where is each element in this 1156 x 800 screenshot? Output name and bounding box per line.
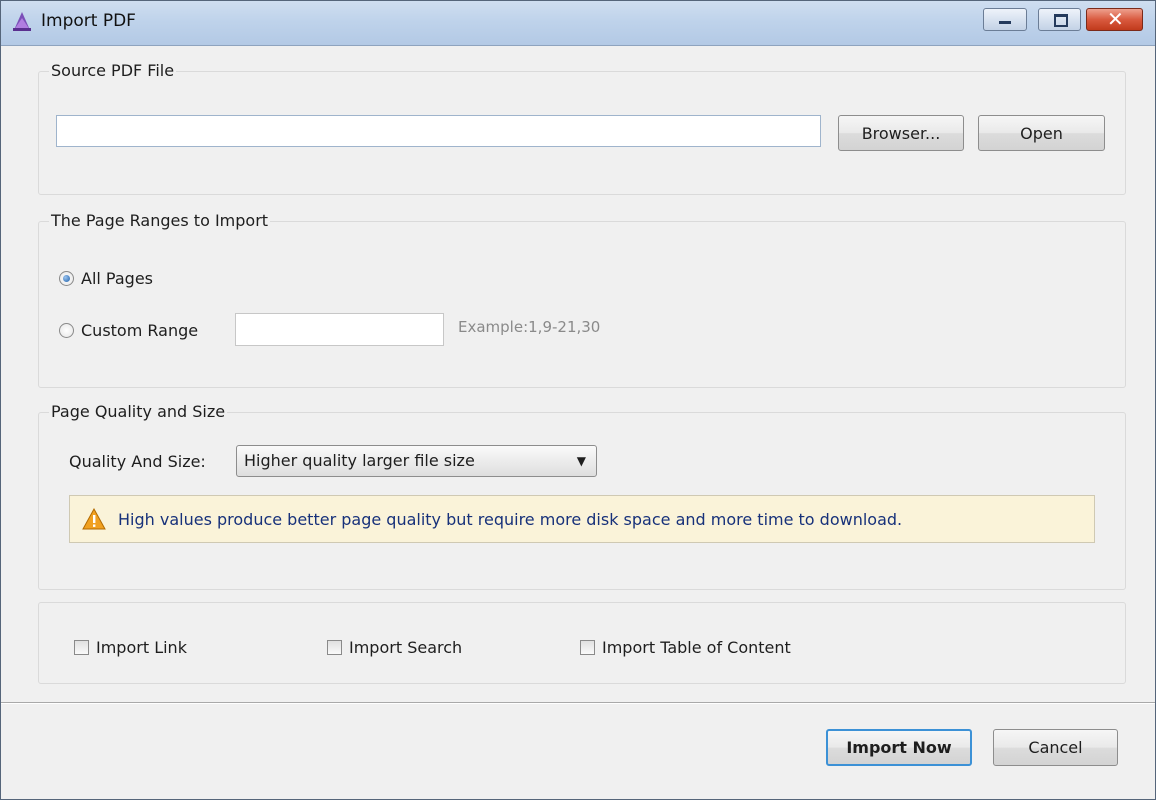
page-quality-legend: Page Quality and Size <box>49 402 228 421</box>
close-icon: ✕ <box>1107 7 1124 31</box>
warning-text: High values produce better page quality … <box>118 509 903 529</box>
title-bar[interactable]: Import PDF ✕ <box>1 1 1155 46</box>
import-search-checkbox[interactable] <box>327 640 342 655</box>
quality-size-label: Quality And Size: <box>69 452 206 471</box>
import-toc-option[interactable]: Import Table of Content <box>580 638 791 657</box>
window-title: Import PDF <box>41 11 136 31</box>
cancel-button[interactable]: Cancel <box>993 729 1118 766</box>
pdf-path-input[interactable] <box>56 115 821 147</box>
warning-triangle-icon <box>82 508 106 530</box>
chevron-down-icon: ▼ <box>576 454 586 468</box>
page-ranges-group <box>38 221 1126 388</box>
import-toc-checkbox[interactable] <box>580 640 595 655</box>
custom-range-radio[interactable] <box>59 323 74 338</box>
import-now-button[interactable]: Import Now <box>826 729 972 766</box>
browse-button[interactable]: Browser... <box>838 115 964 151</box>
maximize-icon <box>1054 14 1068 27</box>
import-search-option[interactable]: Import Search <box>327 638 462 657</box>
custom-range-label: Custom Range <box>81 321 199 340</box>
custom-range-option[interactable]: Custom Range <box>59 321 198 340</box>
custom-range-input[interactable] <box>235 313 444 346</box>
minimize-button[interactable] <box>983 8 1027 31</box>
import-pdf-dialog: Import PDF ✕ Source PDF File Browser... … <box>0 0 1156 800</box>
close-button[interactable]: ✕ <box>1086 7 1143 31</box>
all-pages-option[interactable]: All Pages <box>59 269 153 288</box>
import-link-label: Import Link <box>96 638 187 657</box>
maximize-button[interactable] <box>1038 8 1081 31</box>
import-search-label: Import Search <box>349 638 463 657</box>
quality-size-select[interactable]: Higher quality larger file size ▼ <box>236 445 597 477</box>
app-icon <box>13 12 31 31</box>
import-link-checkbox[interactable] <box>74 640 89 655</box>
all-pages-label: All Pages <box>81 269 153 288</box>
minimize-icon <box>999 21 1011 24</box>
quality-size-value: Higher quality larger file size <box>244 451 475 470</box>
custom-range-example: Example:1,9-21,30 <box>458 318 601 336</box>
source-pdf-legend: Source PDF File <box>49 61 177 80</box>
import-toc-label: Import Table of Content <box>602 638 791 657</box>
quality-warning: High values produce better page quality … <box>69 495 1095 543</box>
all-pages-radio[interactable] <box>59 271 74 286</box>
page-ranges-legend: The Page Ranges to Import <box>49 211 271 230</box>
open-button[interactable]: Open <box>978 115 1105 151</box>
footer-separator <box>1 702 1155 704</box>
import-link-option[interactable]: Import Link <box>74 638 187 657</box>
